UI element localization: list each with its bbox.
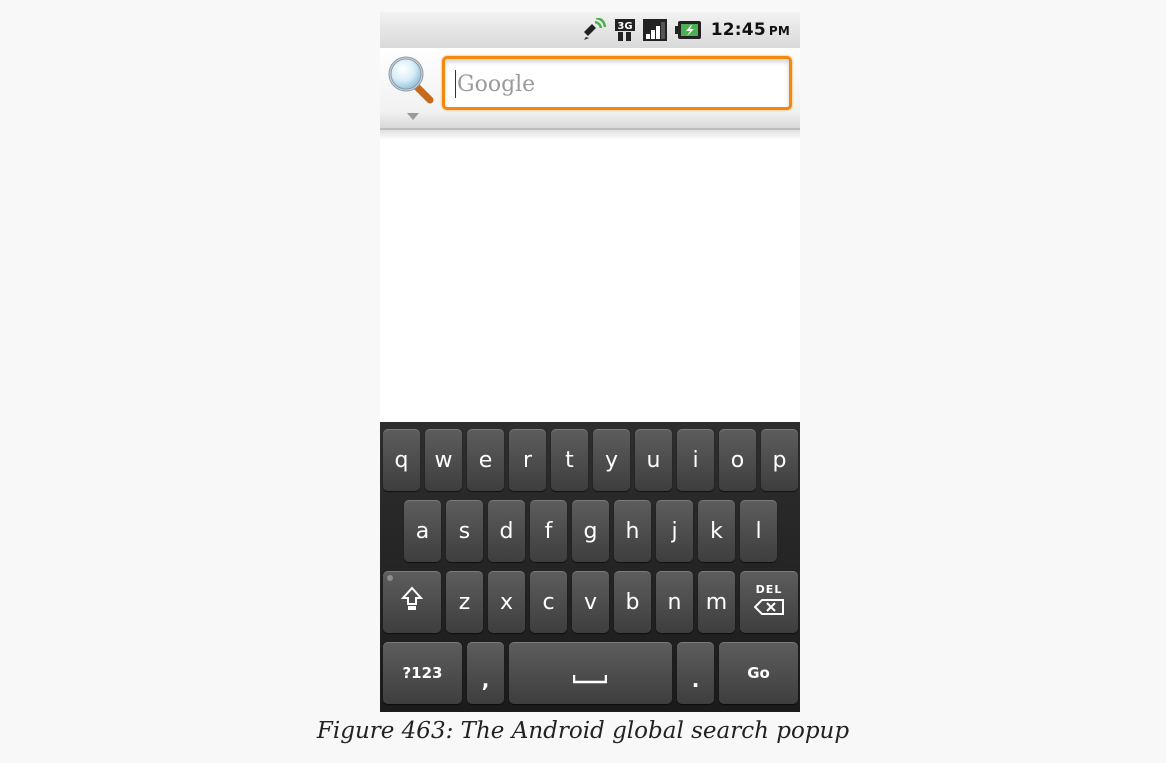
key-h[interactable]: h: [614, 500, 651, 562]
spacebar-icon: [572, 665, 608, 690]
search-source-selector[interactable]: [386, 54, 438, 120]
chevron-down-icon: [407, 106, 419, 125]
clock-ampm: PM: [768, 24, 790, 38]
period-key[interactable]: .: [677, 642, 714, 704]
key-w[interactable]: w: [425, 429, 462, 491]
del-label: DEL: [755, 582, 783, 596]
key-j[interactable]: j: [656, 500, 693, 562]
delete-key[interactable]: DEL: [740, 571, 798, 633]
key-q[interactable]: q: [383, 429, 420, 491]
period-label: .: [691, 668, 700, 692]
go-key[interactable]: Go: [719, 642, 798, 704]
key-z[interactable]: z: [446, 571, 483, 633]
3g-icon: 3G: [614, 18, 636, 46]
key-i[interactable]: i: [677, 429, 714, 491]
clock: 12:45 PM: [711, 20, 790, 40]
signal-icon: [642, 18, 668, 46]
svg-text:3G: 3G: [617, 21, 632, 32]
soft-keyboard: q w e r t y u i o p a s d f g h j k l z …: [380, 422, 800, 712]
key-g[interactable]: g: [572, 500, 609, 562]
key-n[interactable]: n: [656, 571, 693, 633]
battery-charging-icon: [674, 18, 702, 46]
search-bar-shadow: [380, 130, 800, 140]
key-u[interactable]: u: [635, 429, 672, 491]
key-s[interactable]: s: [446, 500, 483, 562]
phone-screen: 3G 12:45 PM Google q w e r t y u i o p a…: [380, 12, 800, 712]
shift-key[interactable]: [383, 571, 441, 633]
key-t[interactable]: t: [551, 429, 588, 491]
comma-label: ,: [481, 668, 490, 692]
caps-lock-indicator: [387, 575, 393, 581]
key-r[interactable]: r: [509, 429, 546, 491]
text-cursor: [455, 70, 456, 98]
search-input[interactable]: [457, 68, 777, 100]
key-l[interactable]: l: [740, 500, 777, 562]
comma-key[interactable]: ,: [467, 642, 504, 704]
symbols-key[interactable]: ?123: [383, 642, 462, 704]
page: 3G 12:45 PM Google q w e r t y u i o p a…: [0, 0, 1166, 763]
key-o[interactable]: o: [719, 429, 756, 491]
key-a[interactable]: a: [404, 500, 441, 562]
key-d[interactable]: d: [488, 500, 525, 562]
key-b[interactable]: b: [614, 571, 651, 633]
gps-icon: [580, 16, 607, 46]
key-v[interactable]: v: [572, 571, 609, 633]
search-field[interactable]: [442, 56, 792, 110]
search-bar: [380, 48, 800, 130]
key-y[interactable]: y: [593, 429, 630, 491]
key-f[interactable]: f: [530, 500, 567, 562]
key-k[interactable]: k: [698, 500, 735, 562]
figure-caption: Figure 463: The Android global search po…: [316, 718, 850, 744]
clock-time: 12:45: [710, 20, 766, 40]
key-e[interactable]: e: [467, 429, 504, 491]
suggestions-list: [380, 140, 800, 422]
key-p[interactable]: p: [761, 429, 798, 491]
shift-icon: [400, 586, 424, 618]
key-m[interactable]: m: [698, 571, 735, 633]
key-x[interactable]: x: [488, 571, 525, 633]
status-bar: 3G 12:45 PM: [380, 12, 800, 48]
backspace-icon: [753, 596, 784, 621]
key-c[interactable]: c: [530, 571, 567, 633]
space-key[interactable]: [509, 642, 672, 704]
